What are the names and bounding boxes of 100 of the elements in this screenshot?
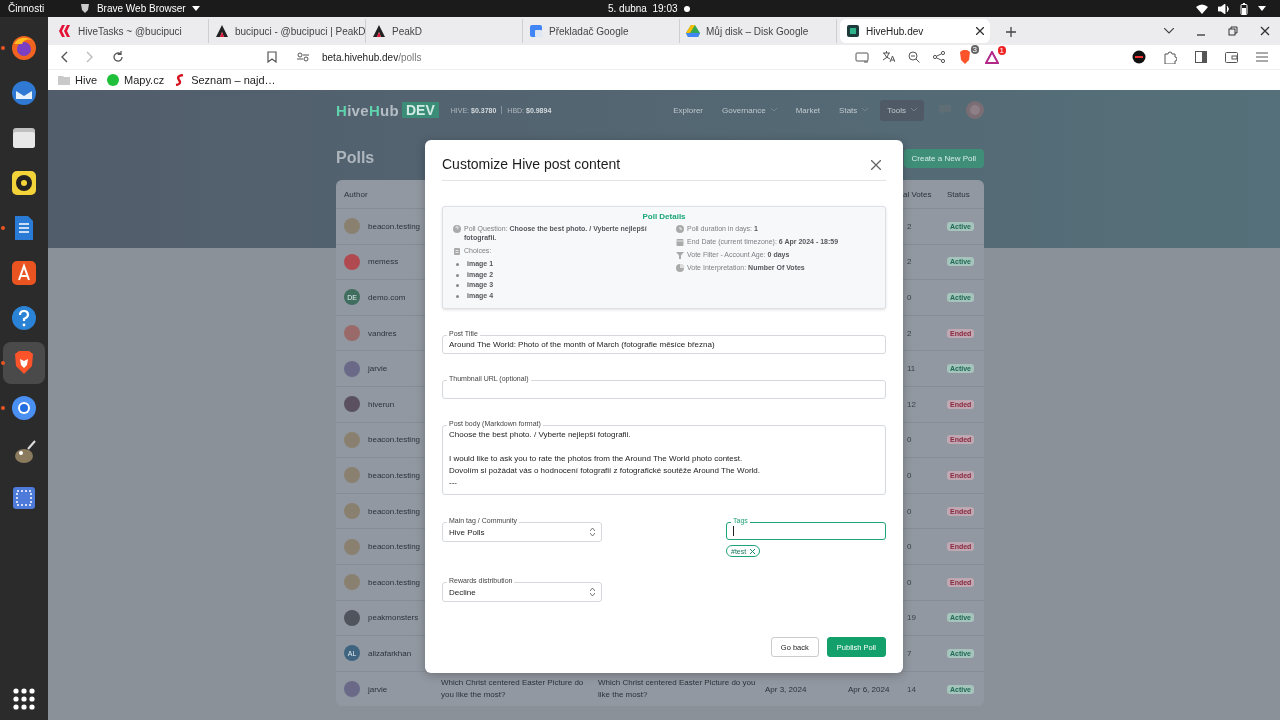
close-icon[interactable] — [976, 27, 984, 35]
new-tab-icon[interactable] — [1006, 27, 1016, 37]
url-text[interactable]: beta.hivehub.dev/polls — [322, 51, 422, 63]
folder-icon — [58, 74, 70, 86]
nav-link[interactable]: Market — [788, 99, 828, 121]
sidebar-icon[interactable] — [1195, 51, 1207, 63]
app-menu[interactable]: Brave Web Browser — [80, 3, 201, 14]
site-icon — [846, 24, 860, 38]
table-cell: 0 — [907, 293, 912, 302]
badge: 3 — [970, 45, 979, 54]
author-name[interactable]: beacon.testing — [368, 577, 421, 587]
dock-item[interactable] — [3, 342, 45, 384]
caret-icon[interactable] — [1258, 6, 1266, 11]
author-name[interactable]: hiverun — [368, 399, 395, 409]
bookmark[interactable]: Hive — [58, 74, 97, 86]
zoom-out-icon[interactable] — [908, 51, 920, 63]
table-cell: 12 — [907, 399, 916, 409]
site-icon — [107, 74, 119, 86]
author-name[interactable]: alizafarkhan — [368, 648, 412, 658]
author-name[interactable]: vandres — [368, 328, 397, 338]
bullet-icon — [456, 284, 459, 288]
nav-link[interactable]: Tools — [880, 99, 924, 121]
activities-button[interactable]: Činnosti — [8, 3, 45, 14]
author-name[interactable]: jarvie — [368, 364, 388, 374]
app-icon — [10, 259, 38, 287]
site-icon — [372, 24, 386, 38]
dot-icon — [683, 5, 690, 12]
maximize-icon[interactable] — [1228, 26, 1238, 36]
logo-badge: DEV — [402, 102, 439, 118]
browser-tab[interactable]: HiveHub.dev — [840, 19, 990, 43]
close-icon[interactable] — [1260, 26, 1270, 36]
table-cell: 0 — [907, 470, 912, 480]
reload-icon[interactable] — [112, 51, 124, 63]
triangle-icon[interactable] — [985, 50, 999, 64]
author-name[interactable]: beacon.testing — [368, 470, 421, 480]
app-icon — [10, 34, 38, 62]
nav-link[interactable]: Governance — [715, 99, 784, 121]
browser-tab[interactable]: Můj disk – Disk Google — [680, 19, 837, 43]
table-cell: 0 — [907, 577, 912, 587]
create-poll-button[interactable]: Create a New Poll — [903, 148, 984, 168]
running-indicator — [1, 46, 5, 50]
site-icon — [686, 24, 700, 38]
page-title: Polls — [336, 149, 375, 167]
nav-link[interactable]: Stats — [832, 99, 876, 121]
translate-icon[interactable] — [882, 51, 895, 63]
table-cell-text: Which Christ centered Easter Picture do you like the most? — [440, 677, 585, 701]
running-indicator — [1, 226, 5, 230]
site-settings-icon[interactable] — [297, 52, 309, 62]
wallet-icon[interactable] — [1225, 51, 1238, 63]
extension-icon[interactable] — [1132, 50, 1146, 64]
cast-icon[interactable] — [855, 51, 869, 63]
bookmark-icon[interactable] — [267, 51, 277, 63]
author-name[interactable]: demo.com — [368, 293, 406, 302]
remove-icon[interactable] — [750, 548, 756, 554]
sort-icon — [590, 588, 595, 596]
author-name[interactable]: beacon.testing — [368, 435, 421, 445]
app-icon — [10, 484, 38, 512]
table-cell: 11 — [907, 364, 916, 374]
bookmark[interactable]: Mapy.cz — [107, 74, 165, 86]
share-icon[interactable] — [933, 51, 945, 63]
shield-icon[interactable] — [958, 50, 972, 64]
battery-icon[interactable] — [1240, 2, 1248, 15]
close-icon[interactable] — [871, 159, 881, 170]
bullet-icon — [456, 262, 459, 266]
column-header: al Votes — [903, 189, 933, 199]
browser-tab[interactable]: Překladač Google — [523, 19, 680, 43]
clock[interactable]: 5. dubna 19:03 — [608, 3, 690, 14]
table-cell: 7 — [907, 648, 912, 658]
author-name[interactable]: beacon.testing — [368, 221, 421, 231]
filter-icon — [676, 251, 684, 259]
table-cell: 0 — [907, 542, 912, 552]
site-icon — [215, 24, 229, 38]
app-grid-icon[interactable] — [13, 688, 35, 710]
nav-link[interactable]: Explorer — [666, 99, 711, 121]
table-cell: 14 — [907, 684, 916, 694]
browser-tab[interactable]: PeakD — [366, 19, 523, 43]
column-header: Author — [343, 189, 369, 199]
app-icon — [10, 394, 38, 422]
running-indicator — [1, 406, 5, 410]
site-icon — [529, 24, 543, 38]
bookmark[interactable]: Seznam – najd… — [174, 74, 276, 86]
wifi-icon[interactable] — [1196, 3, 1208, 14]
dialog-title: Customize Hive post content — [442, 155, 621, 174]
browser-tab[interactable]: bucipuci - @bucipuci | PeakD — [209, 19, 366, 43]
back-icon[interactable] — [60, 51, 68, 63]
author-name[interactable]: beacon.testing — [368, 542, 421, 552]
logo[interactable]: HiveHub — [336, 101, 399, 119]
author-name[interactable]: beacon.testing — [368, 506, 421, 516]
chevron-down-icon[interactable] — [1164, 28, 1174, 34]
app-icon — [10, 304, 38, 332]
question-icon — [453, 225, 461, 233]
puzzle-icon[interactable] — [1164, 50, 1177, 64]
browser-tab[interactable]: HiveTasks ~ @bucipuci — [52, 19, 209, 43]
author-name[interactable]: memess — [368, 257, 399, 267]
chevron-down-icon — [911, 108, 917, 112]
author-name[interactable]: jarvie — [368, 684, 388, 694]
chevron-down-icon — [862, 108, 869, 112]
volume-icon[interactable] — [1218, 3, 1230, 14]
bullet-icon — [456, 294, 459, 298]
author-name[interactable]: peakmonsters — [368, 613, 419, 623]
